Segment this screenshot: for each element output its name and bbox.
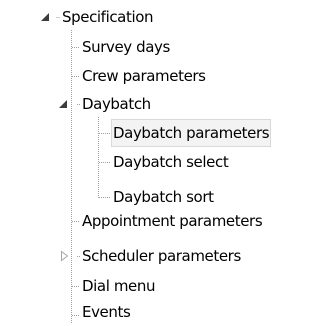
expanded-triangle-icon[interactable] <box>40 11 52 23</box>
tree-node-label: Crew parameters <box>82 67 206 85</box>
tree-node-daybatch-select[interactable]: Daybatch select <box>0 148 323 176</box>
tree-node-dial-menu[interactable]: Dial menu <box>0 272 323 300</box>
tree-node-label: Daybatch select <box>113 153 229 171</box>
tree-node-label: Events <box>82 303 131 321</box>
tree-node-label: Survey days <box>82 38 170 56</box>
tree-node-survey-days[interactable]: Survey days <box>0 33 323 61</box>
expanded-triangle-icon[interactable] <box>58 98 70 110</box>
tree-node-label: Daybatch parameters <box>111 119 272 147</box>
tree-node-label: Appointment parameters <box>82 212 263 230</box>
tree-node-appointment-parameters[interactable]: Appointment parameters <box>0 207 323 235</box>
tree-node-specification[interactable]: Specification <box>0 3 323 31</box>
tree-node-label: Daybatch <box>82 95 151 113</box>
collapsed-triangle-icon[interactable] <box>59 250 71 262</box>
tree-node-label: Specification <box>62 8 154 26</box>
tree-node-label: Dial menu <box>82 277 156 295</box>
tree-view: Specification Survey days Crew parameter… <box>0 0 323 326</box>
tree-node-crew-parameters[interactable]: Crew parameters <box>0 62 323 90</box>
tree-node-scheduler-parameters[interactable]: Scheduler parameters <box>0 242 323 270</box>
tree-node-events[interactable]: Events <box>0 298 323 326</box>
tree-node-label: Scheduler parameters <box>82 247 241 265</box>
tree-node-daybatch[interactable]: Daybatch <box>0 90 323 118</box>
tree-node-daybatch-parameters[interactable]: Daybatch parameters <box>0 119 323 147</box>
